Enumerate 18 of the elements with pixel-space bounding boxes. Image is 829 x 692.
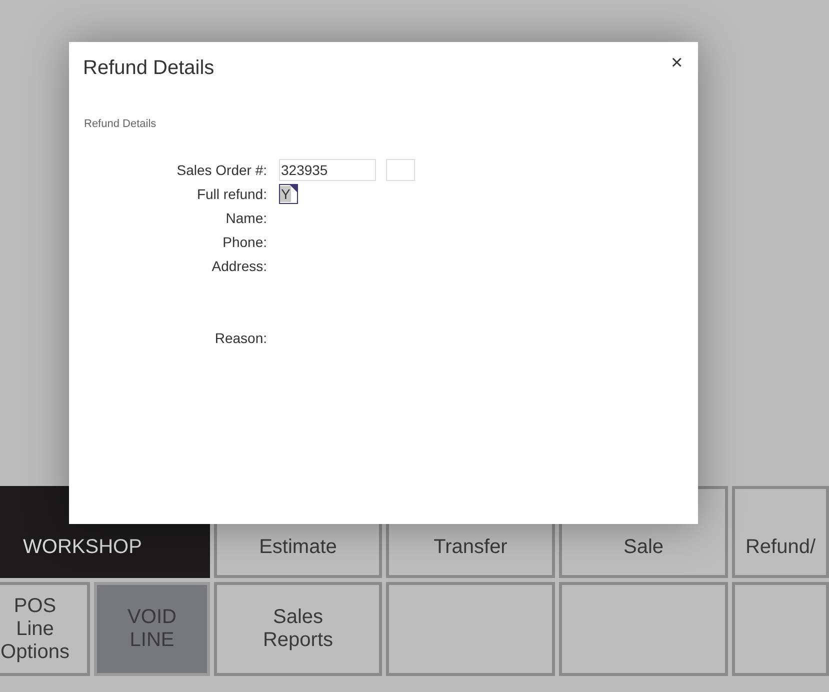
dialog-title: Refund Details [83, 57, 214, 80]
field-label: Full refund: [196, 185, 267, 204]
pos-button[interactable]: Refund/ [732, 486, 829, 578]
pos-button[interactable] [559, 582, 728, 676]
field-label: Phone: [222, 233, 267, 252]
field-label: Name: [224, 209, 267, 228]
close-button[interactable]: × [667, 52, 687, 75]
pos-button[interactable] [732, 582, 829, 676]
section-heading: Refund Details [84, 118, 156, 130]
field-label: Sales Order #: [176, 161, 267, 180]
field-label: Reason: [214, 329, 267, 348]
full-refund-field[interactable]: Y [279, 184, 298, 204]
sales-order-field[interactable]: 323935 [279, 159, 376, 181]
pos-button[interactable]: Sales Reports [214, 582, 382, 676]
pos-button[interactable] [386, 582, 555, 676]
pos-button[interactable]: POS Line Options [0, 582, 90, 676]
field-label: Address: [210, 257, 267, 276]
input-field[interactable] [386, 159, 415, 181]
